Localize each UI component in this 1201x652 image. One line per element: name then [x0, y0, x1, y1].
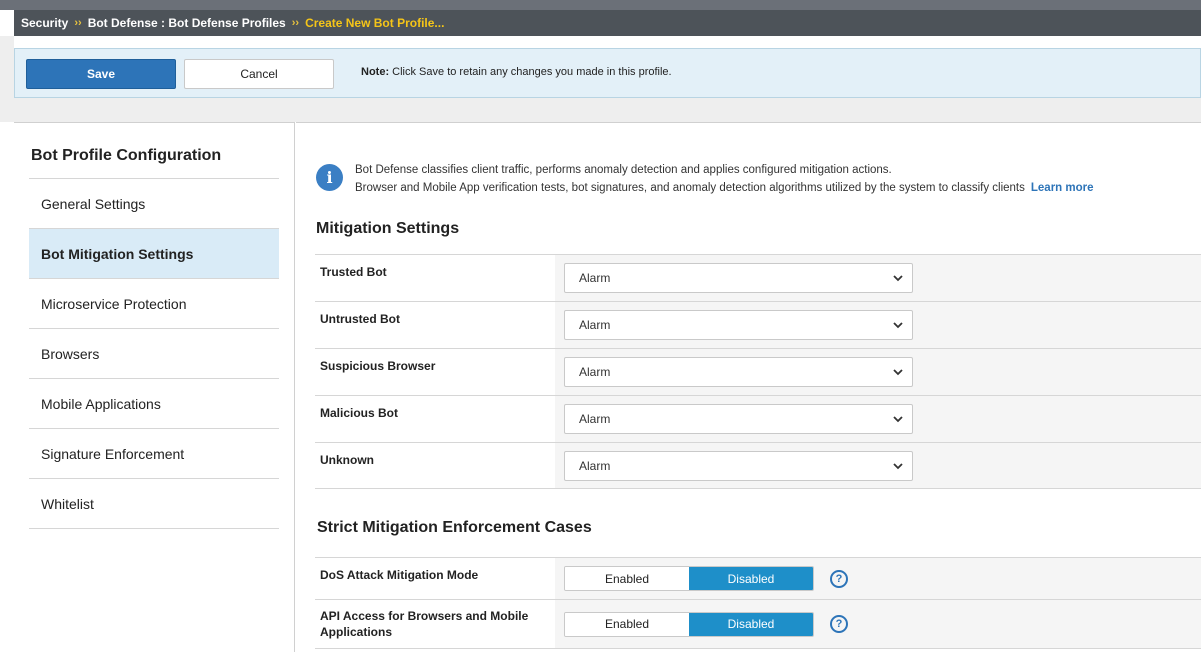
breadcrumb-current: Create New Bot Profile...	[305, 16, 445, 30]
row-label: API Access for Browsers and Mobile Appli…	[320, 609, 529, 639]
strict-row-api-access: API Access for Browsers and Mobile Appli…	[315, 599, 1201, 649]
note-prefix: Note:	[361, 66, 390, 78]
select-value: Alarm	[579, 458, 611, 473]
sidebar-item-mobile-applications[interactable]: Mobile Applications	[29, 379, 279, 429]
select-value: Alarm	[579, 412, 611, 426]
info-line-2: Browser and Mobile App verification test…	[355, 179, 1094, 197]
row-label: Unknown	[320, 453, 374, 467]
main-content: i Bot Defense classifies client traffic,…	[296, 122, 1201, 652]
sidebar-item-microservice-protection[interactable]: Microservice Protection	[29, 279, 279, 329]
sidebar: Bot Profile Configuration General Settin…	[14, 122, 295, 652]
row-value: Enabled Disabled ?	[555, 558, 1201, 599]
breadcrumb-item-security[interactable]: Security	[21, 16, 68, 30]
suspicious-browser-select[interactable]: Alarm	[564, 357, 913, 387]
row-value: Alarm	[555, 443, 1201, 488]
breadcrumb: Security ›› Bot Defense : Bot Defense Pr…	[14, 10, 1201, 36]
row-value: Enabled Disabled ?	[555, 600, 1201, 648]
strict-mitigation-title: Strict Mitigation Enforcement Cases	[317, 519, 592, 536]
save-button[interactable]: Save	[26, 59, 176, 89]
dos-attack-mitigation-toggle: Enabled Disabled	[564, 566, 814, 591]
malicious-bot-select[interactable]: Alarm	[564, 404, 913, 434]
breadcrumb-item-bot-defense-profiles[interactable]: Bot Defense : Bot Defense Profiles	[88, 16, 286, 30]
info-icon: i	[316, 164, 343, 191]
help-icon[interactable]: ?	[830, 569, 848, 588]
chevron-down-icon	[893, 462, 903, 469]
select-value: Alarm	[579, 271, 611, 285]
info-text: Bot Defense classifies client traffic, p…	[355, 161, 1094, 197]
mitigation-settings-title: Mitigation Settings	[316, 220, 460, 237]
row-value: Alarm	[555, 396, 1201, 442]
learn-more-link[interactable]: Learn more	[1031, 182, 1094, 194]
row-label: Trusted Bot	[320, 265, 387, 279]
action-bar: Save Cancel Note: Click Save to retain a…	[14, 48, 1201, 98]
sidebar-nav: General Settings Bot Mitigation Settings…	[29, 178, 279, 529]
mitigation-settings-grid: Trusted Bot Alarm Untrusted Bot Alarm Su…	[315, 254, 1201, 489]
mitigation-row-unknown: Unknown Alarm	[315, 442, 1201, 489]
row-label: Malicious Bot	[320, 406, 399, 420]
cancel-button[interactable]: Cancel	[184, 59, 334, 89]
sidebar-title: Bot Profile Configuration	[31, 147, 222, 164]
help-icon[interactable]: ?	[830, 615, 848, 633]
disabled-option[interactable]: Disabled	[689, 567, 813, 590]
enabled-option[interactable]: Enabled	[565, 567, 689, 590]
sidebar-item-bot-mitigation-settings[interactable]: Bot Mitigation Settings	[29, 229, 279, 279]
breadcrumb-separator: ››	[291, 17, 300, 29]
unknown-select[interactable]: Alarm	[564, 450, 913, 481]
row-label: Untrusted Bot	[320, 312, 400, 326]
strict-mitigation-grid: DoS Attack Mitigation Mode Enabled Disab…	[315, 557, 1201, 649]
save-note: Note: Click Save to retain any changes y…	[361, 66, 672, 78]
strict-row-dos-attack: DoS Attack Mitigation Mode Enabled Disab…	[315, 557, 1201, 599]
select-value: Alarm	[579, 318, 611, 332]
disabled-option[interactable]: Disabled	[689, 612, 813, 636]
untrusted-bot-select[interactable]: Alarm	[564, 310, 913, 340]
separator-gap	[0, 98, 1201, 122]
mitigation-row-trusted-bot: Trusted Bot Alarm	[315, 254, 1201, 301]
mitigation-row-malicious-bot: Malicious Bot Alarm	[315, 395, 1201, 442]
enabled-option[interactable]: Enabled	[565, 612, 689, 636]
chevron-down-icon	[893, 322, 903, 329]
row-value: Alarm	[555, 302, 1201, 348]
breadcrumb-separator: ››	[74, 17, 82, 29]
note-text: Click Save to retain any changes you mad…	[392, 66, 672, 78]
sidebar-item-signature-enforcement[interactable]: Signature Enforcement	[29, 429, 279, 479]
api-access-toggle: Enabled Disabled	[564, 611, 814, 637]
row-label: Suspicious Browser	[320, 359, 436, 373]
top-strip	[0, 0, 1201, 10]
row-value: Alarm	[555, 255, 1201, 301]
chevron-down-icon	[893, 275, 903, 282]
row-value: Alarm	[555, 349, 1201, 395]
chevron-down-icon	[893, 416, 903, 423]
trusted-bot-select[interactable]: Alarm	[564, 263, 913, 293]
sidebar-item-browsers[interactable]: Browsers	[29, 329, 279, 379]
mitigation-row-untrusted-bot: Untrusted Bot Alarm	[315, 301, 1201, 348]
sidebar-item-whitelist[interactable]: Whitelist	[29, 479, 279, 529]
chevron-down-icon	[893, 369, 903, 376]
sidebar-item-general-settings[interactable]: General Settings	[29, 179, 279, 229]
info-line-2-text: Browser and Mobile App verification test…	[355, 182, 1025, 194]
mitigation-row-suspicious-browser: Suspicious Browser Alarm	[315, 348, 1201, 395]
row-label: DoS Attack Mitigation Mode	[320, 568, 479, 582]
select-value: Alarm	[579, 365, 611, 379]
info-line-1: Bot Defense classifies client traffic, p…	[355, 164, 892, 176]
